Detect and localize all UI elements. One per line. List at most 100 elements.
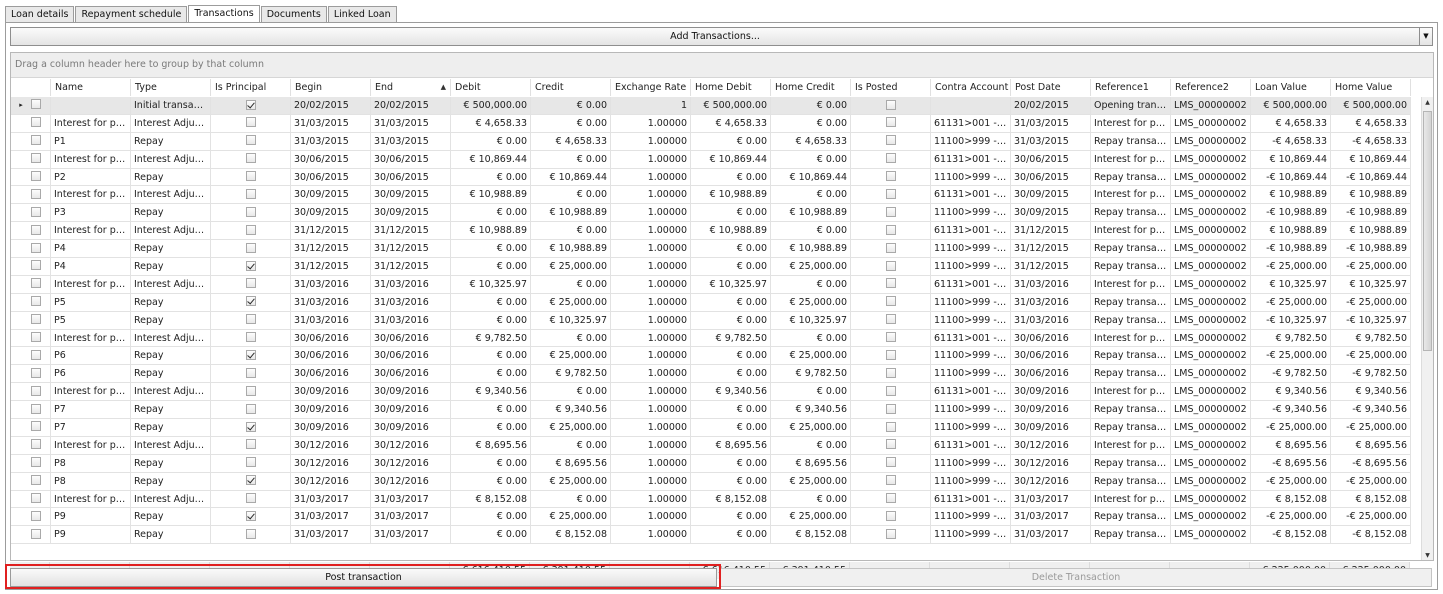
row-select-checkbox[interactable] [31, 188, 41, 199]
table-row[interactable]: Interest for pe... Interest Adjust... 30/0… [11, 186, 1411, 205]
cell-is-posted[interactable] [851, 114, 931, 133]
is-principal-checkbox[interactable] [245, 457, 256, 468]
is-principal-checkbox[interactable] [245, 528, 256, 539]
row-select-checkbox[interactable] [31, 439, 41, 450]
table-row[interactable]: P3 Repay 30/09/2015 30/09/2015 € 0.00 € 10,98… [11, 204, 1411, 223]
chevron-down-icon[interactable]: ▼ [1419, 28, 1432, 45]
table-row[interactable]: Interest for pe... Interest Adjust... 30/0… [11, 150, 1411, 169]
cell-is-principal[interactable] [211, 419, 291, 437]
column-header-end[interactable]: End ▲ [371, 79, 451, 96]
cell-is-posted[interactable] [851, 472, 931, 491]
is-principal-checkbox[interactable] [245, 117, 256, 128]
cell-is-posted[interactable] [851, 204, 931, 223]
row-selector[interactable] [11, 365, 51, 384]
column-header-name[interactable]: Name [51, 79, 131, 96]
is-posted-checkbox[interactable] [885, 349, 896, 360]
tab-documents[interactable]: Documents [260, 6, 327, 22]
scroll-down-icon[interactable]: ▼ [1422, 550, 1433, 560]
row-select-checkbox[interactable] [31, 171, 41, 181]
row-select-checkbox[interactable] [31, 510, 41, 521]
row-selector[interactable] [11, 508, 51, 527]
row-selector[interactable] [11, 526, 51, 545]
column-header-is-posted[interactable]: Is Posted [851, 79, 931, 96]
row-select-checkbox[interactable] [31, 332, 41, 343]
row-select-checkbox[interactable] [31, 99, 41, 110]
is-posted-checkbox[interactable] [885, 439, 896, 450]
row-selector[interactable] [11, 454, 51, 473]
cell-is-posted[interactable] [851, 365, 931, 384]
is-principal-checkbox[interactable] [245, 296, 256, 307]
row-selector[interactable] [11, 401, 51, 420]
table-row[interactable]: P7 Repay 30/09/2016 30/09/2016 € 0.00 € 9,340… [11, 401, 1411, 420]
table-row[interactable]: P5 Repay 31/03/2016 31/03/2016 € 0.00 € 25,00… [11, 293, 1411, 312]
table-row[interactable]: P9 Repay 31/03/2017 31/03/2017 € 0.00 € 25,00… [11, 508, 1411, 527]
is-principal-checkbox[interactable] [245, 493, 256, 504]
scrollbar-thumb[interactable] [1423, 111, 1432, 351]
table-row[interactable]: P8 Repay 30/12/2016 30/12/2016 € 0.00 € 25,00… [11, 472, 1411, 491]
cell-is-posted[interactable] [851, 436, 931, 455]
is-posted-checkbox[interactable] [885, 99, 896, 110]
row-select-checkbox[interactable] [31, 403, 41, 414]
is-posted-checkbox[interactable] [885, 403, 896, 414]
is-posted-checkbox[interactable] [885, 206, 896, 217]
row-select-checkbox[interactable] [31, 493, 41, 504]
cell-is-principal[interactable] [211, 97, 291, 115]
cell-is-principal[interactable] [211, 275, 291, 294]
row-selector[interactable] [11, 168, 51, 187]
is-posted-checkbox[interactable] [885, 135, 896, 146]
table-row[interactable]: Interest for pe... Interest Adjust... 30/0… [11, 383, 1411, 402]
row-selector[interactable] [11, 436, 51, 455]
is-posted-checkbox[interactable] [885, 314, 896, 325]
group-panel[interactable]: Drag a column header here to group by th… [11, 53, 1433, 78]
cell-is-principal[interactable] [211, 526, 291, 545]
cell-is-principal[interactable] [211, 204, 291, 223]
is-posted-checkbox[interactable] [885, 510, 896, 521]
is-posted-checkbox[interactable] [885, 528, 896, 539]
table-row[interactable]: P2 Repay 30/06/2015 30/06/2015 € 0.00 € 10,86… [11, 168, 1411, 187]
row-select-checkbox[interactable] [31, 206, 41, 217]
row-selector[interactable] [11, 204, 51, 223]
column-header-reference2[interactable]: Reference2 [1171, 79, 1251, 96]
table-row[interactable]: Interest for pe... Interest Adjust... 30/1… [11, 436, 1411, 455]
row-select-checkbox[interactable] [31, 349, 41, 360]
row-selector[interactable] [11, 472, 51, 491]
is-principal-checkbox[interactable] [245, 206, 256, 217]
is-posted-checkbox[interactable] [885, 153, 896, 164]
is-posted-checkbox[interactable] [885, 278, 896, 289]
table-row[interactable]: P4 Repay 31/12/2015 31/12/2015 € 0.00 € 25,00… [11, 258, 1411, 276]
row-selector[interactable] [11, 311, 51, 330]
cell-is-posted[interactable] [851, 97, 931, 115]
cell-is-posted[interactable] [851, 401, 931, 420]
column-header-type[interactable]: Type [131, 79, 211, 96]
cell-is-principal[interactable] [211, 401, 291, 420]
row-select-checkbox[interactable] [31, 528, 41, 539]
vertical-scrollbar[interactable]: ▲ ▼ [1421, 97, 1433, 560]
cell-is-principal[interactable] [211, 150, 291, 169]
cell-is-principal[interactable] [211, 490, 291, 509]
is-posted-checkbox[interactable] [885, 457, 896, 468]
is-posted-checkbox[interactable] [885, 188, 896, 199]
is-posted-checkbox[interactable] [885, 421, 896, 432]
cell-is-principal[interactable] [211, 186, 291, 205]
column-header-post-date[interactable]: Post Date [1011, 79, 1091, 96]
row-select-checkbox[interactable] [31, 367, 41, 378]
row-selector[interactable] [11, 329, 51, 348]
is-principal-checkbox[interactable] [245, 153, 256, 164]
column-header-exchange-rate[interactable]: Exchange Rate [611, 79, 691, 96]
is-principal-checkbox[interactable] [245, 510, 256, 521]
cell-is-posted[interactable] [851, 419, 931, 437]
tab-linked-loan[interactable]: Linked Loan [327, 6, 397, 22]
row-selector[interactable] [11, 293, 51, 312]
is-principal-checkbox[interactable] [245, 475, 256, 486]
column-header-home-value[interactable]: Home Value [1331, 79, 1411, 96]
row-select-checkbox[interactable] [31, 242, 41, 253]
row-selector[interactable] [11, 222, 51, 241]
is-principal-checkbox[interactable] [245, 224, 256, 235]
cell-is-posted[interactable] [851, 186, 931, 205]
row-select-checkbox[interactable] [31, 224, 41, 235]
table-row[interactable]: P5 Repay 31/03/2016 31/03/2016 € 0.00 € 10,32… [11, 311, 1411, 330]
is-principal-checkbox[interactable] [245, 367, 256, 378]
cell-is-principal[interactable] [211, 454, 291, 473]
row-select-checkbox[interactable] [31, 296, 41, 307]
cell-is-posted[interactable] [851, 293, 931, 312]
